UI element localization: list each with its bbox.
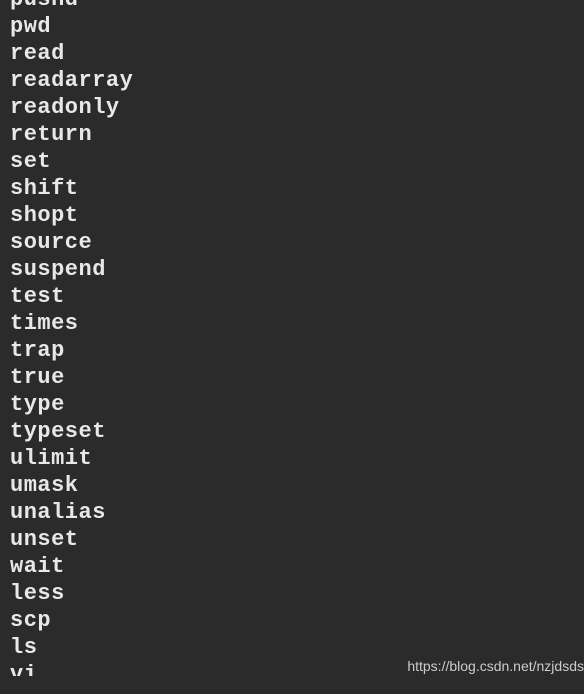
command-line: scp [10, 607, 574, 634]
command-line: shopt [10, 202, 574, 229]
command-line: read [10, 40, 574, 67]
command-line: suspend [10, 256, 574, 283]
terminal-output: pushd pwd read readarray readonly return… [0, 0, 584, 676]
command-line: less [10, 580, 574, 607]
command-line: true [10, 364, 574, 391]
command-line: umask [10, 472, 574, 499]
command-line: source [10, 229, 574, 256]
command-line: test [10, 283, 574, 310]
command-line: pwd [10, 13, 574, 40]
watermark-text: https://blog.csdn.net/nzjdsds [407, 658, 584, 674]
command-line: typeset [10, 418, 574, 445]
command-line: ls [10, 634, 574, 661]
command-line: return [10, 121, 574, 148]
command-line: times [10, 310, 574, 337]
command-line: shift [10, 175, 574, 202]
command-line: readarray [10, 67, 574, 94]
command-line: unset [10, 526, 574, 553]
command-line: trap [10, 337, 574, 364]
command-line: readonly [10, 94, 574, 121]
command-line: pushd [10, 0, 574, 13]
command-line: wait [10, 553, 574, 580]
command-line: type [10, 391, 574, 418]
command-line: set [10, 148, 574, 175]
command-line: unalias [10, 499, 574, 526]
command-line: ulimit [10, 445, 574, 472]
